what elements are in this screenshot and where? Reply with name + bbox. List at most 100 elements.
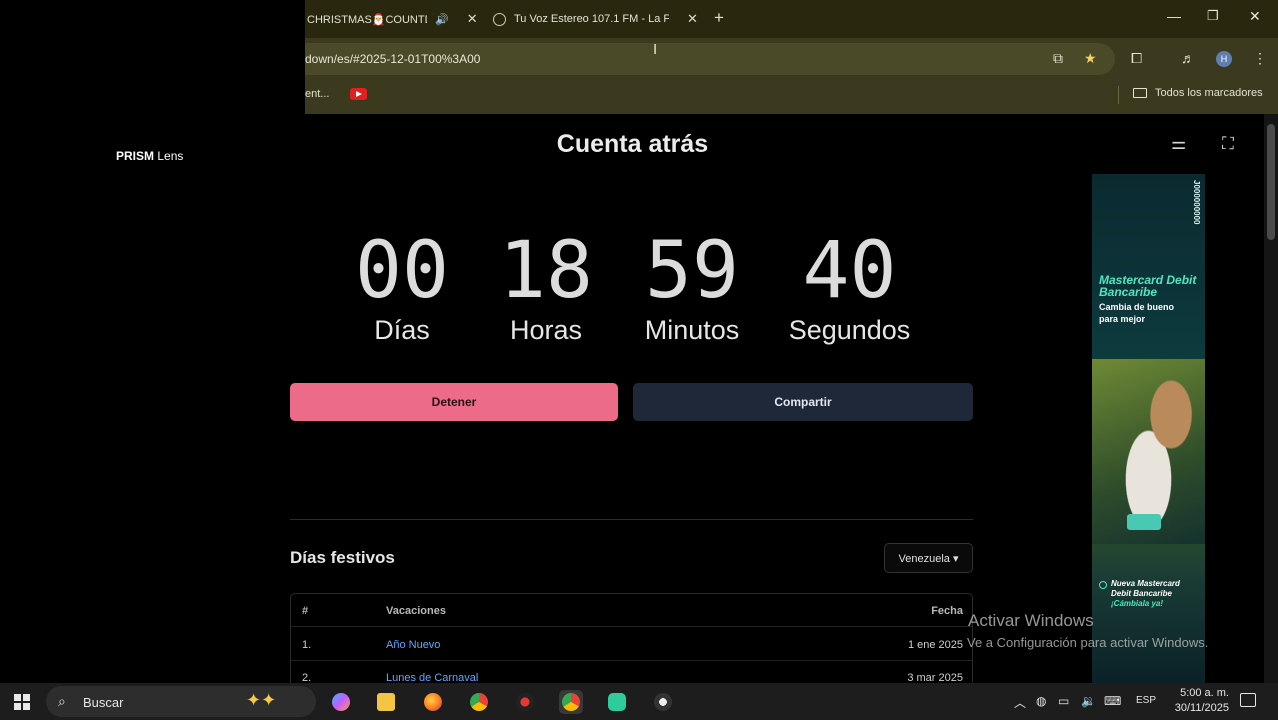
scroll-thumb[interactable] — [1267, 124, 1275, 240]
chat-app-icon[interactable] — [605, 690, 629, 714]
table-row: 1. Año Nuevo 1 ene 2025 — [291, 628, 972, 661]
address-bar[interactable]: down/es/#2025-12-01T00%3A00 — [305, 43, 1115, 75]
column-header: Fecha — [931, 605, 963, 617]
countdown-days: 00 Días — [349, 229, 455, 346]
taskbar-search[interactable]: ⌕ Buscar ✦✦ — [46, 686, 316, 717]
file-explorer-icon[interactable] — [374, 690, 398, 714]
speaker-icon[interactable]: 🔊 — [435, 13, 449, 26]
activate-windows-watermark: Activar Windows Ve a Configuración para … — [967, 611, 1209, 650]
media-control-icon[interactable]: ♬ — [1181, 50, 1195, 66]
tab-title: CHRISTMAS🎅COUNTD — [307, 13, 427, 26]
network-icon[interactable]: ▭ — [1058, 694, 1069, 708]
all-bookmarks-label: Todos los marcadores — [1155, 87, 1263, 99]
tray-app-icon[interactable]: ◍ — [1036, 694, 1046, 708]
watermark-subtitle: Ve a Configuración para activar Windows. — [967, 635, 1209, 650]
menu-kebab-icon[interactable]: ⋮ — [1253, 50, 1267, 67]
keyboard-icon[interactable]: ⌨ — [1104, 694, 1121, 708]
page-title: Cuenta atrás — [556, 130, 709, 158]
ad-footer: Nueva Mastercard Debit Bancaribe ¡Cámbia… — [1099, 579, 1199, 609]
page-scrollbar[interactable] — [1264, 114, 1278, 683]
hours-label: Horas — [509, 315, 583, 345]
ad-code: J000000000 — [1192, 180, 1201, 225]
close-tab-icon[interactable]: ✕ — [467, 11, 478, 27]
card-icon — [1127, 514, 1161, 530]
days-value: 00 — [355, 226, 449, 316]
recording-app-icon[interactable] — [513, 690, 537, 714]
ad-photo — [1092, 359, 1205, 544]
days-label: Días — [374, 315, 430, 345]
taskbar: ⌕ Buscar ✦✦ ︿ ◍ ▭ 🔉 ⌨ ESP 5:00 a. m. 30/… — [0, 683, 1278, 720]
stop-button[interactable]: Detener — [290, 383, 618, 421]
ad-cta: ¡Cámbiala ya! — [1111, 599, 1164, 608]
restore-icon[interactable]: ❐ — [1207, 8, 1219, 24]
ad-title: Mastercard Debit Bancaribe — [1099, 273, 1197, 299]
fullscreen-icon[interactable]: ⛶ — [1222, 134, 1234, 154]
windows-start-icon[interactable] — [14, 694, 30, 710]
tab-tu-voz-estereo[interactable]: Tu Voz Estereo 107.1 FM - La F ✕ — [493, 6, 698, 32]
settings-sliders-icon[interactable]: ⚌ — [1171, 134, 1186, 154]
profile-avatar[interactable]: H — [1216, 51, 1232, 67]
volume-icon[interactable]: 🔉 — [1081, 694, 1096, 708]
minutes-label: Minutos — [644, 315, 740, 345]
row-number: 1. — [302, 639, 312, 651]
section-divider — [290, 519, 973, 520]
search-icon: ⌕ — [58, 693, 66, 709]
language-indicator[interactable]: ESP — [1136, 695, 1156, 706]
overlay-panel: PRISM Lens — [0, 0, 305, 683]
watermark-title: Activar Windows — [968, 611, 1094, 630]
table-header-row: # Vacaciones Fecha — [291, 594, 972, 627]
youtube-icon[interactable] — [350, 88, 367, 100]
firefox-icon[interactable] — [421, 690, 445, 714]
globe-icon — [493, 12, 506, 26]
seconds-value: 40 — [802, 226, 897, 316]
bookmark-star-icon[interactable]: ★ — [1084, 50, 1097, 67]
bookmarks-divider — [1118, 86, 1119, 104]
sparkle-icon: ✦✦ — [246, 690, 277, 710]
holiday-link[interactable]: Año Nuevo — [386, 639, 440, 651]
obs-icon[interactable] — [651, 690, 675, 714]
ad-subtitle: Cambia de bueno para mejor — [1099, 302, 1175, 324]
holidays-heading: Días festivos — [290, 548, 395, 567]
bookmarks-bar: ent... Todos los marcadores — [305, 80, 1278, 114]
install-app-icon[interactable]: ⧉ — [1053, 50, 1063, 67]
clock[interactable]: 5:00 a. m. 30/11/2025 — [1163, 686, 1229, 716]
page-content: Cuenta atrás ⚌ ⛶ 00 Días 18 Horas 59 Min… — [290, 114, 1278, 688]
holiday-date: 1 ene 2025 — [907, 639, 963, 651]
url-text: down/es/#2025-12-01T00%3A00 — [305, 52, 481, 66]
browser-toolbar: down/es/#2025-12-01T00%3A00 I ⧉ ★ ⧠ ♬ H … — [305, 38, 1278, 80]
column-header: Vacaciones — [386, 605, 446, 617]
advertisement-banner[interactable]: J000000000 Mastercard Debit Bancaribe Ca… — [1092, 174, 1205, 683]
close-window-icon[interactable]: ✕ — [1249, 8, 1261, 25]
country-dropdown[interactable]: Venezuela ▾ — [884, 543, 973, 573]
minimize-icon[interactable]: — — [1167, 8, 1181, 24]
clock-time: 5:00 a. m. — [1180, 687, 1229, 699]
notifications-icon[interactable] — [1240, 693, 1256, 707]
countdown-hours: 18 Horas — [493, 229, 599, 346]
tab-title: Tu Voz Estereo 107.1 FM - La F — [514, 13, 669, 25]
folder-icon — [1133, 88, 1147, 98]
chrome-icon[interactable] — [467, 690, 491, 714]
new-tab-icon[interactable]: + — [714, 8, 724, 28]
chevron-up-icon[interactable]: ︿ — [1014, 694, 1026, 711]
all-bookmarks-button[interactable]: Todos los marcadores — [1133, 87, 1263, 99]
clock-date: 30/11/2025 — [1174, 702, 1229, 714]
search-placeholder: Buscar — [83, 695, 124, 710]
ad-footer-text: Nueva Mastercard Debit Bancaribe — [1111, 579, 1180, 598]
prism-lens-label: PRISM Lens — [116, 149, 184, 163]
column-header: # — [302, 605, 309, 617]
extensions-icon[interactable]: ⧠ — [1131, 50, 1142, 67]
countdown-minutes: 59 Minutos — [629, 229, 755, 346]
copilot-icon[interactable] — [329, 690, 353, 714]
minutes-value: 59 — [645, 226, 739, 316]
chrome-active-icon[interactable] — [559, 690, 583, 714]
seconds-label: Segundos — [788, 315, 911, 345]
tab-christmas-countdown[interactable]: CHRISTMAS🎅COUNTD 🔊 ✕ — [307, 6, 478, 32]
bookmark-item[interactable]: ent... — [305, 88, 329, 100]
close-tab-icon[interactable]: ✕ — [687, 11, 698, 27]
hours-value: 18 — [499, 226, 593, 316]
share-button[interactable]: Compartir — [633, 383, 973, 421]
countdown-seconds: 40 Segundos — [782, 229, 917, 346]
text-cursor-icon: I — [653, 41, 658, 58]
holidays-table: # Vacaciones Fecha 1. Año Nuevo 1 ene 20… — [290, 593, 973, 688]
country-value: Venezuela — [898, 552, 950, 565]
